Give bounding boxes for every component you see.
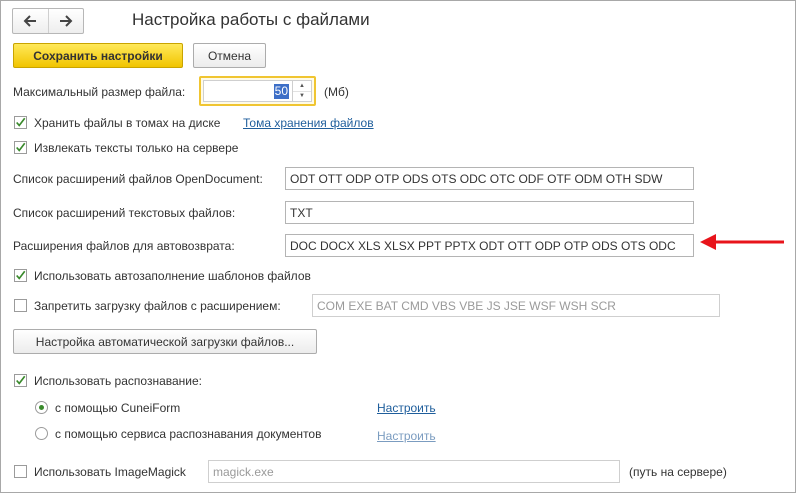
max-file-size-value[interactable]: 50 [273,84,289,99]
store-in-volumes-label: Хранить файлы в томах на диске [34,116,221,130]
max-file-size-input-box[interactable]: 50 ▲ ▼ [203,80,312,102]
triangle-up-icon: ▲ [299,82,305,89]
radio-recognition-service-label: с помощью сервиса распознавания документ… [55,427,322,441]
forbid-upload-checkbox[interactable] [14,299,27,312]
recognition-label: Использовать распознавание: [34,374,202,388]
max-file-size-label: Максимальный размер файла: [13,85,186,99]
service-configure-link[interactable]: Настроить [377,429,436,443]
spin-down-button[interactable]: ▼ [293,90,311,102]
forward-button[interactable] [47,9,84,33]
back-button[interactable] [13,9,48,33]
cuneiform-configure-link[interactable]: Настроить [377,401,436,415]
checkmark-icon [16,375,26,385]
nav-buttons [12,8,84,34]
text-ext-input[interactable]: TXT [285,201,694,224]
storage-volumes-link[interactable]: Тома хранения файлов [243,116,374,130]
page-title: Настройка работы с файлами [132,10,370,29]
spin-up-button[interactable]: ▲ [293,81,311,91]
checkmark-icon [16,117,26,127]
imagemagick-checkbox[interactable] [14,465,27,478]
imagemagick-label: Использовать ImageMagick [34,465,186,479]
arrow-left-icon [23,15,37,27]
opendocument-ext-label: Список расширений файлов OpenDocument: [13,172,263,186]
cancel-button[interactable]: Отмена [193,43,266,68]
checkmark-icon [16,270,26,280]
extract-on-server-label: Извлекать тексты только на сервере [34,141,239,155]
max-file-size-unit: (Мб) [324,85,349,99]
settings-window: Настройка работы с файлами Сохранить нас… [0,0,796,493]
triangle-down-icon: ▼ [299,93,305,100]
auto-upload-settings-button[interactable]: Настройка автоматической загрузки файлов… [13,329,317,354]
forbid-upload-label: Запретить загрузку файлов с расширением: [34,299,281,313]
radio-selected-dot [39,405,44,410]
save-settings-button[interactable]: Сохранить настройки [13,43,183,68]
recognition-checkbox[interactable] [14,374,27,387]
autoreturn-ext-label: Расширения файлов для автовозврата: [13,239,235,253]
template-autofill-checkbox[interactable] [14,269,27,282]
max-file-size-stepper[interactable]: 50 ▲ ▼ [199,76,316,106]
radio-cuneiform-label: с помощью CuneiForm [55,401,181,415]
imagemagick-path-input[interactable]: magick.exe [208,460,620,483]
autoreturn-ext-input[interactable]: DOC DOCX XLS XLSX PPT PPTX ODT OTT ODP O… [285,234,694,257]
extract-on-server-checkbox[interactable] [14,141,27,154]
template-autofill-label: Использовать автозаполнение шаблонов фай… [34,269,311,283]
store-in-volumes-checkbox[interactable] [14,116,27,129]
imagemagick-note: (путь на сервере) [629,465,727,479]
text-ext-label: Список расширений текстовых файлов: [13,206,236,220]
arrow-right-icon [59,15,73,27]
radio-cuneiform[interactable] [35,401,48,414]
forbid-upload-input[interactable]: COM EXE BAT CMD VBS VBE JS JSE WSF WSH S… [312,294,720,317]
opendocument-ext-input[interactable]: ODT OTT ODP OTP ODS OTS ODC OTC ODF OTF … [285,167,694,190]
spin-buttons: ▲ ▼ [292,81,311,101]
red-arrow-annotation [700,234,784,250]
radio-recognition-service[interactable] [35,427,48,440]
checkmark-icon [16,142,26,152]
